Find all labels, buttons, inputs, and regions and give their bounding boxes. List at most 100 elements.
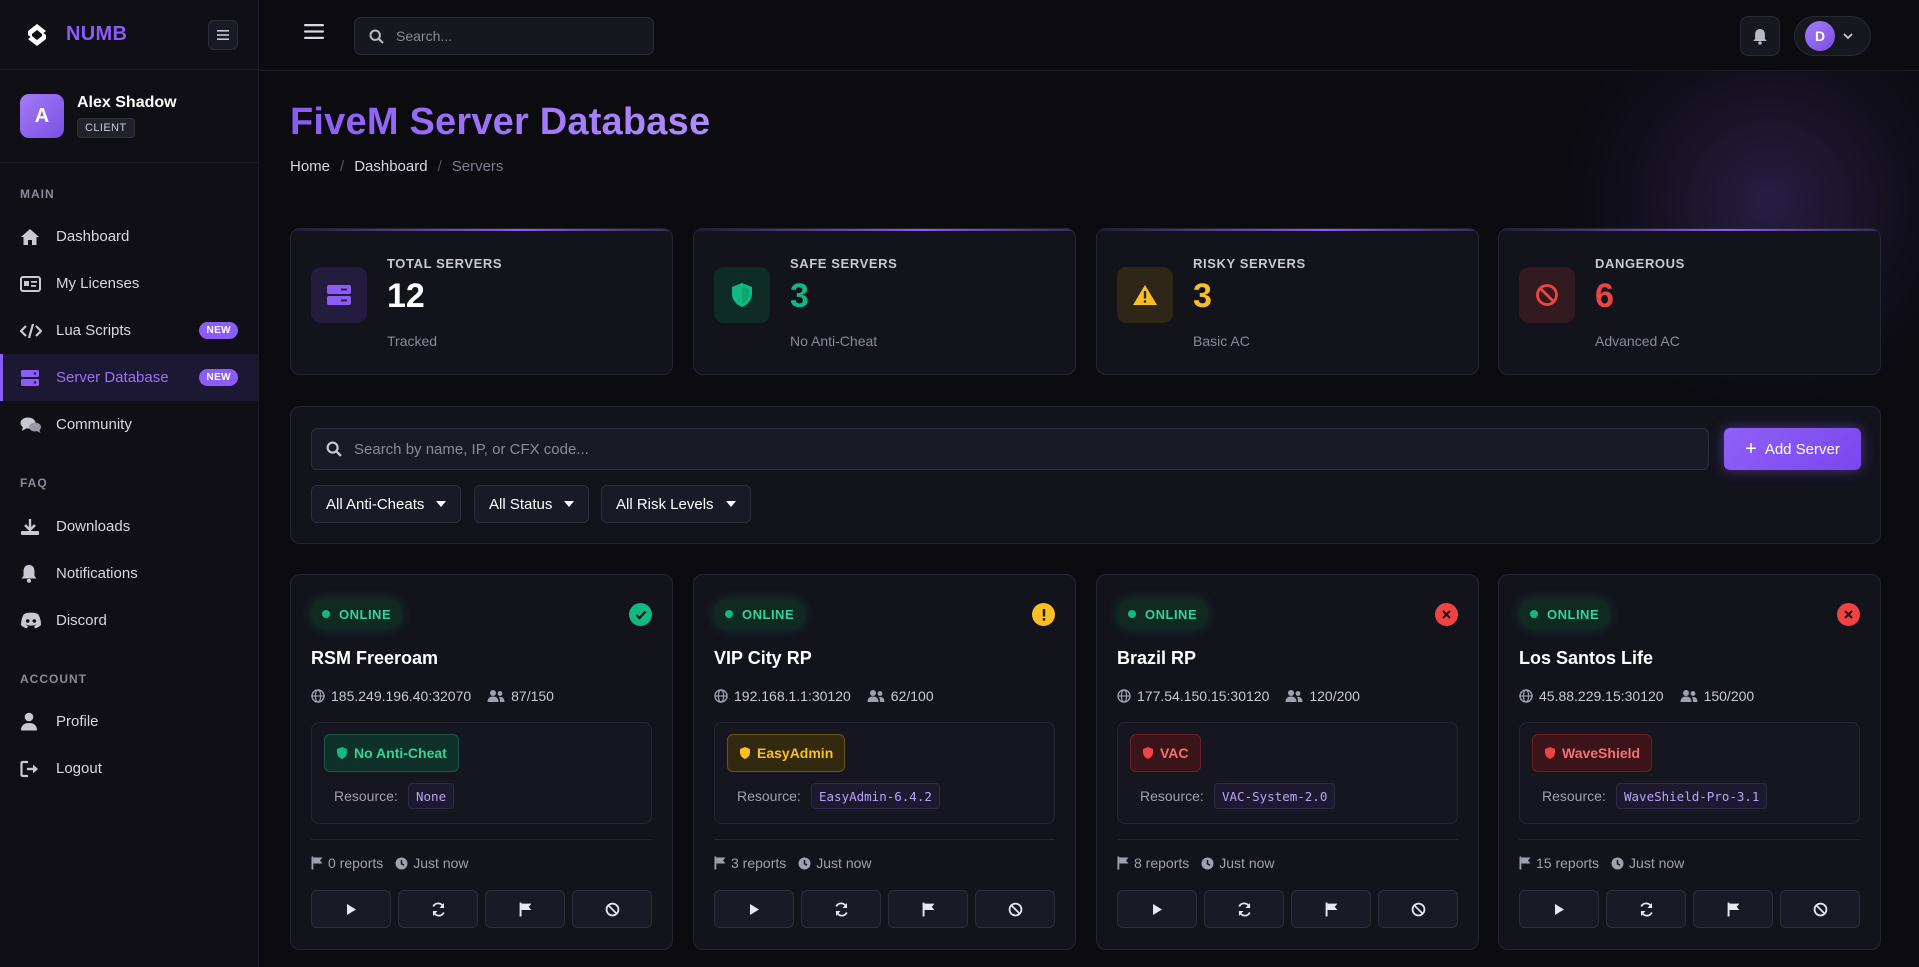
stat-subtitle: No Anti-Cheat — [790, 333, 878, 349]
stat-card-dangerous: DANGEROUS 6 Advanced AC — [1498, 228, 1881, 375]
connect-button[interactable] — [714, 890, 794, 928]
menu-toggle-button[interactable] — [304, 23, 326, 45]
sidebar-item-label: Server Database — [56, 369, 169, 386]
anticheat-badge: No Anti-Cheat — [324, 734, 459, 772]
stat-label: RISKY SERVERS — [1193, 256, 1306, 271]
report-button[interactable] — [1693, 890, 1773, 928]
notifications-button[interactable] — [1740, 16, 1780, 56]
status-text: ONLINE — [1547, 606, 1600, 622]
sidebar-item-profile[interactable]: Profile — [0, 698, 258, 745]
global-search — [354, 17, 654, 55]
report-button[interactable] — [888, 890, 968, 928]
flag-icon — [1117, 856, 1129, 870]
user-avatar[interactable]: A — [20, 94, 64, 138]
divider — [311, 839, 652, 840]
server-card[interactable]: ONLINE RSM Freeroam 185.249.196.40:32070… — [290, 574, 673, 950]
status-badge: ONLINE — [1519, 599, 1611, 629]
resource-label: Resource: — [1140, 788, 1204, 804]
global-search-input[interactable] — [396, 28, 626, 44]
sidebar-item-dashboard[interactable]: Dashboard — [0, 213, 258, 260]
home-icon — [20, 227, 44, 247]
sidebar-item-discord[interactable]: Discord — [0, 597, 258, 644]
sidebar-item-label: Logout — [56, 760, 102, 777]
anticheat-badge: WaveShield — [1532, 734, 1653, 772]
card-footer: 0 reports Just now — [311, 855, 469, 871]
ban-icon — [1813, 902, 1827, 916]
server-players: 87/150 — [511, 688, 554, 704]
report-button[interactable] — [1291, 890, 1371, 928]
server-ip[interactable]: 45.88.229.15:30120 — [1539, 688, 1664, 704]
breadcrumb: Home / Dashboard / Servers — [290, 158, 503, 175]
risk-filter-select[interactable]: All Risk Levels — [601, 485, 751, 523]
refresh-button[interactable] — [1204, 890, 1284, 928]
refresh-button[interactable] — [1606, 890, 1686, 928]
connect-button[interactable] — [1519, 890, 1599, 928]
sidebar-item-my-licenses[interactable]: My Licenses — [0, 260, 258, 307]
anticheat-filter-select[interactable]: All Anti-Cheats — [311, 485, 462, 523]
sidebar-item-downloads[interactable]: Downloads — [0, 503, 258, 550]
block-button[interactable] — [975, 890, 1055, 928]
globe-icon — [311, 689, 325, 703]
user-menu-button[interactable]: D — [1794, 16, 1871, 56]
resource-code: VAC-System-2.0 — [1214, 783, 1336, 809]
sidebar-item-logout[interactable]: Logout — [0, 745, 258, 792]
stat-value: 6 — [1595, 277, 1614, 315]
block-button[interactable] — [1780, 890, 1860, 928]
sidebar-item-lua-scripts[interactable]: Lua Scripts NEW — [0, 307, 258, 354]
chevron-down-icon — [1843, 32, 1853, 39]
filter-panel: + Add Server All Anti-Cheats All Status … — [290, 406, 1881, 544]
resource-code: None — [408, 783, 455, 809]
report-count: 15 reports — [1536, 855, 1600, 871]
download-icon — [20, 517, 44, 537]
server-meta: 192.168.1.1:30120 62/100 — [714, 688, 934, 704]
sidebar-item-server-database[interactable]: Server Database NEW — [0, 354, 258, 401]
report-count: 3 reports — [731, 855, 787, 871]
clock-icon — [1201, 857, 1214, 869]
breadcrumb-dashboard[interactable]: Dashboard — [354, 158, 427, 175]
clock-icon — [1611, 857, 1624, 869]
nav-section-main: MAIN — [20, 187, 55, 201]
stat-value: 12 — [387, 277, 425, 315]
flag-icon — [1727, 902, 1739, 916]
stat-value: 3 — [1193, 277, 1212, 315]
connect-button[interactable] — [311, 890, 391, 928]
add-server-button[interactable]: + Add Server — [1724, 428, 1861, 470]
block-button[interactable] — [1378, 890, 1458, 928]
server-search-input[interactable] — [354, 440, 1654, 458]
select-value: All Anti-Cheats — [326, 495, 425, 513]
divider — [1117, 839, 1458, 840]
refresh-button[interactable] — [398, 890, 478, 928]
sidebar-item-label: Community — [56, 416, 132, 433]
connect-button[interactable] — [1117, 890, 1197, 928]
caret-down-icon — [436, 501, 447, 507]
play-icon — [749, 903, 759, 915]
report-button[interactable] — [485, 890, 565, 928]
server-card[interactable]: ONLINE VIP City RP 192.168.1.1:30120 62/… — [693, 574, 1076, 950]
breadcrumb-home[interactable]: Home — [290, 158, 330, 175]
sidebar-item-community[interactable]: Community — [0, 401, 258, 448]
server-players: 62/100 — [890, 688, 934, 704]
anticheat-box: No Anti-Cheat Resource: None — [311, 722, 652, 824]
block-button[interactable] — [572, 890, 652, 928]
sidebar-collapse-button[interactable] — [208, 20, 238, 50]
server-ip[interactable]: 192.168.1.1:30120 — [734, 688, 851, 704]
comments-icon — [20, 415, 44, 435]
globe-icon — [1117, 689, 1131, 703]
status-badge: ONLINE — [1117, 599, 1209, 629]
brand-logo-icon[interactable] — [20, 18, 54, 52]
server-ip[interactable]: 185.249.196.40:32070 — [331, 688, 471, 704]
server-card[interactable]: ONLINE Los Santos Life 45.88.229.15:3012… — [1498, 574, 1881, 950]
report-count: 0 reports — [328, 855, 384, 871]
brand-name[interactable]: NUMB — [66, 23, 127, 46]
nav-section-faq: FAQ — [20, 476, 48, 490]
server-players: 150/200 — [1703, 688, 1755, 704]
server-ip[interactable]: 177.54.150.15:30120 — [1137, 688, 1269, 704]
server-card[interactable]: ONLINE Brazil RP 177.54.150.15:30120 120… — [1096, 574, 1479, 950]
sidebar-item-notifications[interactable]: Notifications — [0, 550, 258, 597]
anticheat-box: EasyAdmin Resource: EasyAdmin-6.4.2 — [714, 722, 1055, 824]
shield-icon — [740, 747, 750, 759]
status-filter-select[interactable]: All Status — [474, 485, 590, 523]
play-icon — [346, 903, 356, 915]
sidebar-item-label: My Licenses — [56, 275, 140, 292]
refresh-button[interactable] — [801, 890, 881, 928]
